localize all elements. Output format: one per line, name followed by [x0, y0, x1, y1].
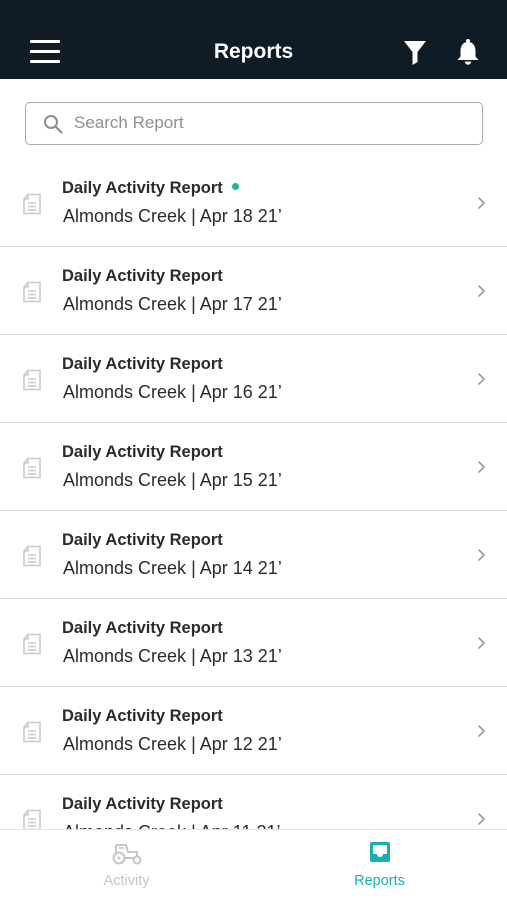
document-icon [23, 545, 41, 567]
report-title: Daily Activity Report [62, 443, 223, 462]
report-date: Apr 11 21’ [200, 822, 281, 829]
bell-icon[interactable] [456, 38, 480, 66]
bottom-tab-bar: Activity Reports [0, 829, 507, 900]
search-box [25, 102, 483, 145]
filter-icon[interactable] [403, 40, 427, 66]
document-icon [23, 721, 41, 743]
report-separator: | [191, 470, 196, 490]
chevron-right-icon [478, 725, 485, 737]
chevron-right-icon [478, 461, 485, 473]
tab-reports[interactable]: Reports [253, 830, 506, 900]
unread-indicator [231, 183, 239, 191]
report-date: Apr 16 21’ [199, 382, 282, 402]
document-icon [23, 193, 41, 215]
report-subtitle: Almonds Creek | Apr 17 21’ [63, 294, 282, 315]
chevron-right-icon [478, 285, 485, 297]
report-subtitle: Almonds Creek | Apr 11 21’ [63, 822, 280, 829]
report-row[interactable]: Daily Activity Report Almonds Creek | Apr… [0, 423, 507, 511]
report-separator: | [191, 558, 196, 578]
report-location: Almonds Creek [63, 294, 187, 314]
report-subtitle: Almonds Creek | Apr 15 21’ [63, 470, 282, 491]
report-location: Almonds Creek [63, 558, 187, 578]
report-location: Almonds Creek [63, 646, 187, 666]
report-location: Almonds Creek [63, 734, 187, 754]
report-separator: | [191, 294, 196, 314]
report-location: Almonds Creek [63, 382, 187, 402]
report-title-text: Daily Activity Report [62, 619, 223, 637]
report-row[interactable]: Daily Activity Report Almonds Creek | Apr… [0, 159, 507, 247]
document-icon [23, 809, 41, 829]
report-date: Apr 14 21’ [199, 558, 282, 578]
report-title-text: Daily Activity Report [62, 443, 223, 461]
report-date: Apr 18 21’ [199, 206, 282, 226]
report-title-text: Daily Activity Report [62, 707, 223, 725]
inbox-icon [370, 842, 390, 862]
report-date: Apr 12 21’ [199, 734, 282, 754]
report-separator: | [191, 822, 196, 829]
chevron-right-icon [478, 813, 485, 825]
report-separator: | [191, 646, 196, 666]
tractor-icon [112, 844, 142, 865]
report-title: Daily Activity Report [62, 531, 223, 550]
report-subtitle: Almonds Creek | Apr 14 21’ [63, 558, 282, 579]
report-row[interactable]: Daily Activity Report Almonds Creek | Apr… [0, 775, 507, 829]
document-icon [23, 633, 41, 655]
report-subtitle: Almonds Creek | Apr 16 21’ [63, 382, 282, 403]
report-title: Daily Activity Report [62, 795, 223, 814]
report-subtitle: Almonds Creek | Apr 12 21’ [63, 734, 282, 755]
document-icon [23, 281, 41, 303]
report-separator: | [191, 734, 196, 754]
report-title-text: Daily Activity Report [62, 355, 223, 373]
chevron-right-icon [478, 373, 485, 385]
report-list: Daily Activity Report Almonds Creek | Apr… [0, 159, 507, 829]
report-row[interactable]: Daily Activity Report Almonds Creek | Apr… [0, 599, 507, 687]
report-date: Apr 15 21’ [199, 470, 282, 490]
tab-activity-label: Activity [103, 873, 150, 889]
app-header: Reports [0, 0, 507, 79]
report-title: Daily Activity Report [62, 707, 223, 726]
chevron-right-icon [478, 637, 485, 649]
chevron-right-icon [478, 197, 485, 209]
report-title: Daily Activity Report [62, 619, 223, 638]
document-icon [23, 457, 41, 479]
report-subtitle: Almonds Creek | Apr 18 21’ [63, 206, 282, 227]
document-icon [23, 369, 41, 391]
report-title-text: Daily Activity Report [62, 531, 223, 549]
report-location: Almonds Creek [63, 470, 187, 490]
report-separator: | [191, 206, 196, 226]
report-title: Daily Activity Report [62, 179, 239, 198]
report-row[interactable]: Daily Activity Report Almonds Creek | Apr… [0, 247, 507, 335]
tab-reports-label: Reports [354, 873, 405, 889]
tab-activity[interactable]: Activity [0, 830, 253, 900]
report-row[interactable]: Daily Activity Report Almonds Creek | Apr… [0, 687, 507, 775]
report-subtitle: Almonds Creek | Apr 13 21’ [63, 646, 282, 667]
report-location: Almonds Creek [63, 206, 187, 226]
page-title: Reports [213, 40, 294, 63]
report-date: Apr 17 21’ [199, 294, 282, 314]
report-title: Daily Activity Report [62, 267, 223, 286]
report-title-text: Daily Activity Report [62, 179, 223, 197]
chevron-right-icon [478, 549, 485, 561]
report-separator: | [191, 382, 196, 402]
report-title-text: Daily Activity Report [62, 267, 223, 285]
report-row[interactable]: Daily Activity Report Almonds Creek | Apr… [0, 335, 507, 423]
report-row[interactable]: Daily Activity Report Almonds Creek | Apr… [0, 511, 507, 599]
report-title: Daily Activity Report [62, 355, 223, 374]
report-date: Apr 13 21’ [199, 646, 282, 666]
search-input[interactable] [74, 103, 474, 143]
search-icon [44, 115, 63, 134]
report-location: Almonds Creek [63, 822, 186, 829]
report-title-text: Daily Activity Report [62, 795, 223, 813]
